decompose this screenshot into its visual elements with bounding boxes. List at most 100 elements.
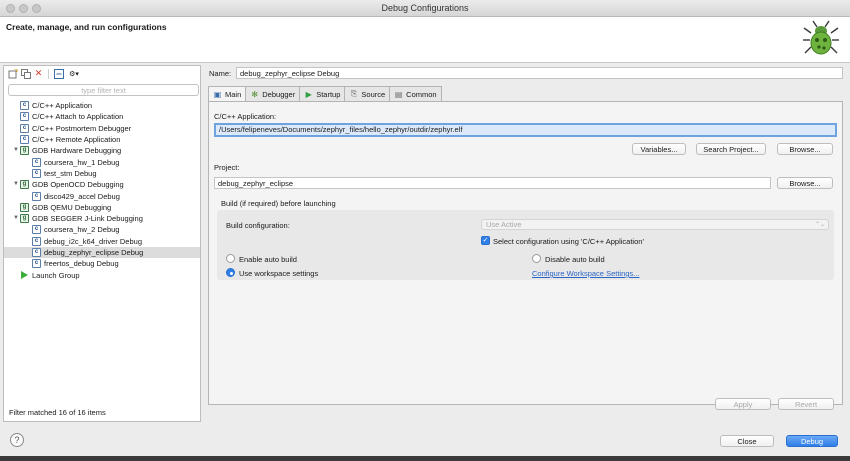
build-config-select[interactable]: Use Active ⌃⌄	[481, 219, 829, 230]
launch-group-icon	[21, 271, 28, 280]
tree-item[interactable]: ▼ g GDB SEGGER J-Link Debugging	[4, 213, 200, 224]
common-icon: ▤	[394, 89, 403, 99]
tab-main[interactable]: ▣ Main	[208, 86, 247, 101]
new-config-icon[interactable]	[7, 68, 18, 79]
name-field[interactable]: debug_zephyr_eclipse Debug	[236, 67, 843, 79]
use-workspace-settings-label: Use workspace settings	[239, 269, 319, 278]
build-config-label: Build configuration:	[226, 221, 290, 230]
tree-item-selected[interactable]: c debug_zephyr_eclipse Debug	[4, 246, 200, 259]
tab-bar: ▣ Main ✻ Debugger ▶ Startup ⎘ Source ▤ C…	[208, 86, 442, 101]
tree-item[interactable]: c C/C++ Postmortem Debugger	[4, 123, 200, 134]
tree-item[interactable]: c disco429_accel Debug	[4, 190, 200, 201]
tab-source[interactable]: ⎘ Source	[344, 86, 391, 101]
tab-startup[interactable]: ▶ Startup	[299, 86, 346, 101]
tree-item-label: disco429_accel Debug	[44, 191, 120, 201]
filter-status: Filter matched 16 of 16 items	[9, 408, 106, 417]
configuration-tree: c C/C++ Application c C/C++ Attach to Appl…	[4, 100, 200, 281]
source-icon: ⎘	[350, 89, 358, 98]
tree-item[interactable]: c freertos_debug Debug	[4, 258, 200, 269]
tree-item-label: freertos_debug Debug	[44, 259, 119, 269]
main-tab-panel: C/C++ Application: /Users/felipeneves/Do…	[208, 101, 843, 405]
collapse-all-icon[interactable]	[53, 68, 64, 79]
filter-input[interactable]: type filter text	[8, 84, 199, 96]
gdb-config-icon: g	[20, 202, 29, 212]
tab-label: Debugger	[262, 89, 296, 99]
delete-icon[interactable]: ✕	[33, 68, 44, 79]
debug-button[interactable]: Debug	[786, 435, 838, 447]
tree-item-label: GDB QEMU Debugging	[32, 202, 112, 212]
gdb-config-icon: g	[20, 180, 29, 190]
tab-common[interactable]: ▤ Common	[389, 86, 442, 101]
variables-button[interactable]: Variables...	[632, 143, 686, 155]
tree-item-label: GDB OpenOCD Debugging	[32, 180, 124, 190]
expand-triangle-icon[interactable]: ▼	[12, 179, 20, 190]
c-config-icon: c	[32, 236, 41, 246]
c-config-icon: c	[20, 101, 29, 111]
filter-icon[interactable]: ⚙▾	[66, 68, 82, 79]
c-config-icon: c	[32, 248, 41, 257]
build-group: Build configuration: Use Active ⌃⌄ ✓ Sel…	[217, 210, 834, 280]
duplicate-icon[interactable]	[20, 68, 31, 79]
app-label: C/C++ Application:	[214, 112, 277, 121]
search-project-button[interactable]: Search Project...	[696, 143, 766, 155]
project-field[interactable]: debug_zephyr_eclipse	[214, 177, 771, 189]
tab-debugger[interactable]: ✻ Debugger	[245, 86, 301, 101]
tree-item-label: debug_i2c_k64_driver Debug	[44, 236, 142, 246]
debugger-icon: ✻	[251, 89, 259, 99]
disable-auto-build-radio[interactable]	[532, 254, 541, 263]
help-button[interactable]: ?	[10, 433, 24, 447]
expand-triangle-icon[interactable]: ▼	[12, 213, 20, 224]
project-label: Project:	[214, 163, 240, 172]
enable-auto-build-radio[interactable]	[226, 254, 235, 263]
tree-item[interactable]: c C/C++ Remote Application	[4, 134, 200, 145]
tree-item-label: C/C++ Remote Application	[32, 135, 121, 145]
revert-button[interactable]: Revert	[778, 398, 834, 410]
c-config-icon: c	[32, 225, 41, 235]
c-config-icon: c	[20, 123, 29, 133]
tree-item[interactable]: ▼ g GDB OpenOCD Debugging	[4, 179, 200, 190]
left-toolbar: ✕ ⚙▾	[4, 66, 200, 81]
expand-triangle-icon[interactable]: ▼	[12, 145, 20, 156]
select-config-label: Select configuration using 'C/C++ Applic…	[493, 237, 644, 246]
dialog-header: Create, manage, and run configurations	[0, 17, 850, 63]
tree-item[interactable]: c debug_i2c_k64_driver Debug	[4, 236, 200, 247]
tree-item[interactable]: g GDB QEMU Debugging	[4, 202, 200, 213]
browse-project-button[interactable]: Browse...	[777, 177, 833, 189]
apply-button[interactable]: Apply	[715, 398, 771, 410]
close-button[interactable]: Close	[720, 435, 774, 447]
main-icon: ▣	[213, 89, 222, 99]
c-config-icon: c	[20, 112, 29, 122]
gdb-config-icon: g	[20, 146, 29, 156]
tab-label: Source	[361, 89, 386, 99]
build-config-value: Use Active	[486, 220, 522, 229]
configure-workspace-link[interactable]: Configure Workspace Settings...	[532, 269, 639, 278]
app-path-field[interactable]: /Users/felipeneves/Documents/zephyr_file…	[214, 123, 837, 137]
chevron-updown-icon: ⌃⌄	[814, 222, 825, 228]
tree-item[interactable]: c C/C++ Attach to Application	[4, 111, 200, 122]
browse-application-button[interactable]: Browse...	[777, 143, 833, 155]
configuration-editor: Name: debug_zephyr_eclipse Debug ▣ Main …	[205, 65, 847, 422]
tree-item-label: GDB SEGGER J-Link Debugging	[32, 214, 143, 224]
window-bottom-edge	[0, 456, 850, 461]
tree-item[interactable]: ▼ g GDB Hardware Debugging	[4, 145, 200, 156]
tree-item-label: C/C++ Application	[32, 101, 93, 111]
build-section-label: Build (if required) before launching	[221, 199, 336, 208]
tree-item-label: debug_zephyr_eclipse Debug	[44, 248, 144, 257]
c-config-icon: c	[32, 157, 41, 167]
tab-label: Main	[225, 89, 242, 99]
use-workspace-settings-radio[interactable]	[226, 268, 235, 277]
tree-item[interactable]: c coursera_hw_2 Debug	[4, 224, 200, 235]
tree-item-label: coursera_hw_1 Debug	[44, 157, 120, 167]
select-config-checkbox[interactable]: ✓	[481, 236, 490, 245]
tree-item[interactable]: Launch Group	[4, 269, 200, 280]
tree-item-label: C/C++ Attach to Application	[32, 112, 124, 122]
gdb-config-icon: g	[20, 214, 29, 224]
tree-item[interactable]: c C/C++ Application	[4, 100, 200, 111]
enable-auto-build-label: Enable auto build	[239, 255, 297, 264]
tree-item[interactable]: c test_stm Debug	[4, 168, 200, 179]
c-config-icon: c	[32, 191, 41, 201]
tree-item-label: coursera_hw_2 Debug	[44, 225, 120, 235]
tree-item[interactable]: c coursera_hw_1 Debug	[4, 156, 200, 167]
c-config-icon: c	[32, 168, 41, 178]
bug-icon	[803, 20, 839, 55]
